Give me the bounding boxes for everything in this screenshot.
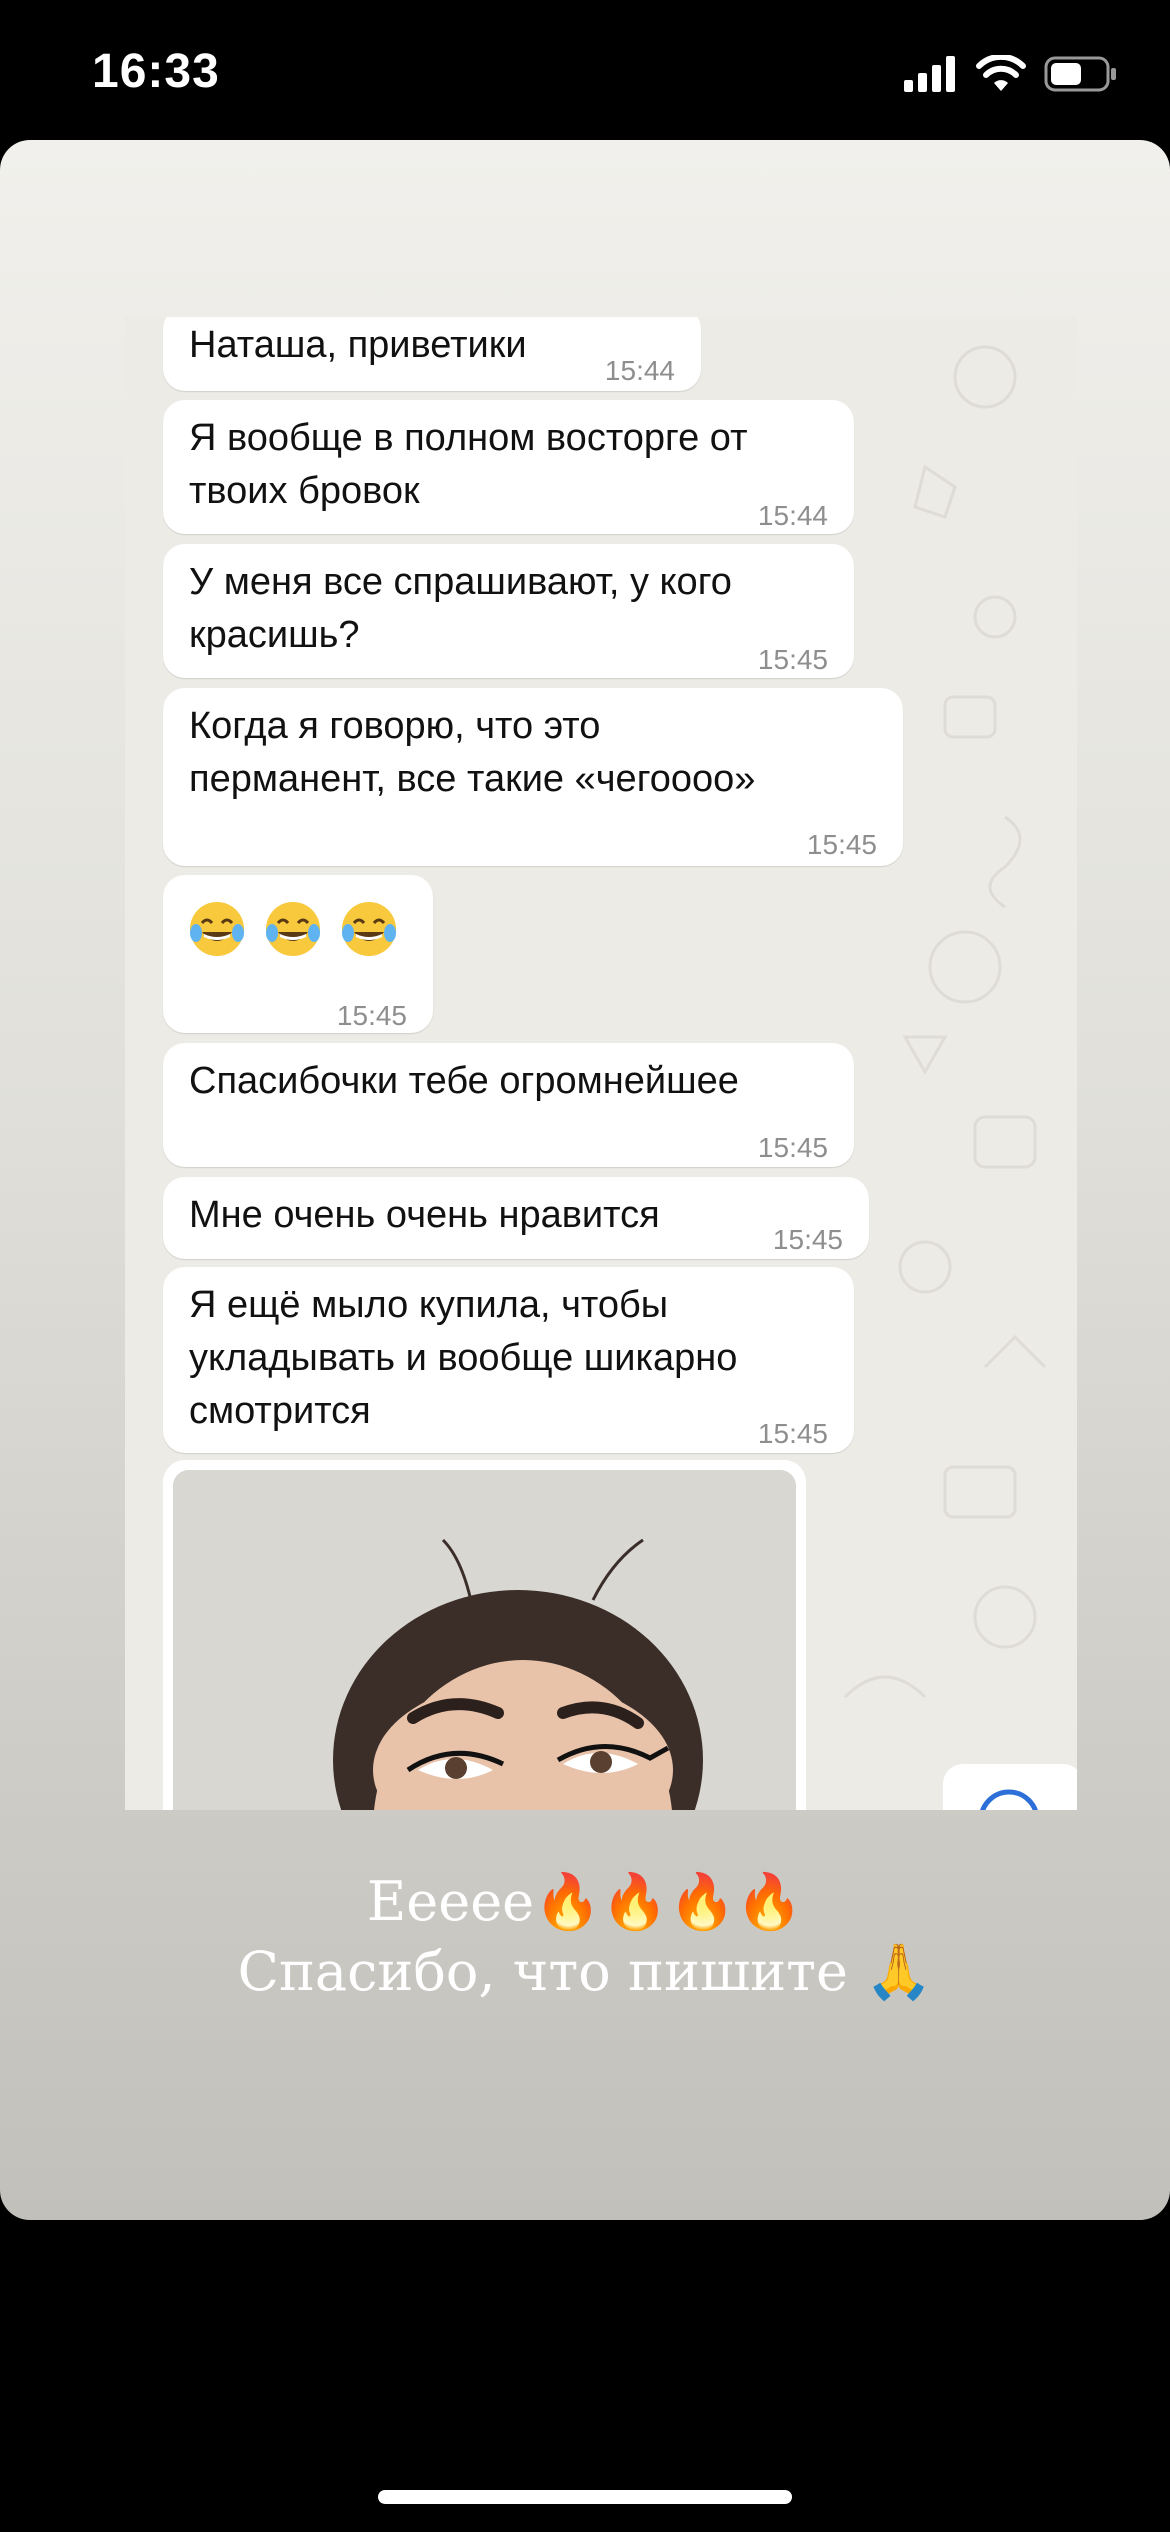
selfie-photo [173,1470,796,1810]
chat-message[interactable]: Когда я говорю, что это перманент, все т… [163,688,903,866]
message-text: Спасибочки тебе огромнейшее [189,1060,739,1102]
face-with-tears-of-joy-icon [190,902,244,956]
message-time: 15:45 [757,1418,828,1449]
message-time: 15:45 [336,1000,407,1031]
emoji-row [187,899,415,959]
chat-message[interactable]: Я ещё мыло купила, чтобы укладывать и во… [163,1267,854,1453]
message-time: 15:44 [604,355,675,386]
chat-message[interactable]: Я вообще в полном восторге от твоих бров… [163,400,854,534]
status-time: 16:33 [92,45,220,98]
story-caption-line-2: Спасибо, что пишите 🙏 [237,1940,933,2003]
chat-message[interactable]: Спасибочки тебе огромнейшее 15:45 [163,1043,854,1167]
story-caption-line-1: Еееее🔥🔥🔥🔥 [366,1870,804,1933]
photo-attachment[interactable] [173,1470,796,1810]
chat-message[interactable]: Наташа, приветики 15:44 [163,317,701,391]
message-time: 15:45 [772,1224,843,1255]
photo-message[interactable] [163,1460,806,1810]
status-icons [904,52,1118,96]
chat-message[interactable]: У меня все спрашивают, у кого красишь? 1… [163,544,854,678]
message-text: Я ещё мыло купила, чтобы укладывать и во… [189,1284,738,1432]
status-bar: 16:33 [0,0,1170,140]
chevron-down-icon [980,1789,1038,1810]
face-with-tears-of-joy-icon [266,902,320,956]
chat-screenshot: Наташа, приветики 15:44 Я вообще в полно… [125,317,1077,1810]
message-text: Я вообще в полном восторге от твоих бров… [189,417,748,512]
chat-message-emoji[interactable]: 15:45 [163,875,433,1033]
cellular-signal-icon [904,56,955,92]
face-with-tears-of-joy-icon [342,902,396,956]
home-indicator[interactable] [378,2490,792,2504]
chat-message[interactable]: Мне очень очень нравится 15:45 [163,1177,869,1259]
story-card[interactable]: Наташа, приветики 15:44 Я вообще в полно… [0,140,1170,2220]
message-time: 15:44 [757,500,828,531]
message-text: Наташа, приветики [189,324,527,366]
message-text: Когда я говорю, что это перманент, все т… [189,705,756,800]
battery-icon [1044,56,1116,92]
message-text: Мне очень очень нравится [189,1194,660,1236]
message-time: 15:45 [757,644,828,675]
message-text: У меня все спрашивают, у кого красишь? [189,561,732,656]
message-time: 15:45 [806,829,877,860]
scroll-to-bottom-button[interactable] [943,1764,1077,1810]
message-time: 15:45 [757,1132,828,1163]
wifi-icon [976,55,1026,91]
